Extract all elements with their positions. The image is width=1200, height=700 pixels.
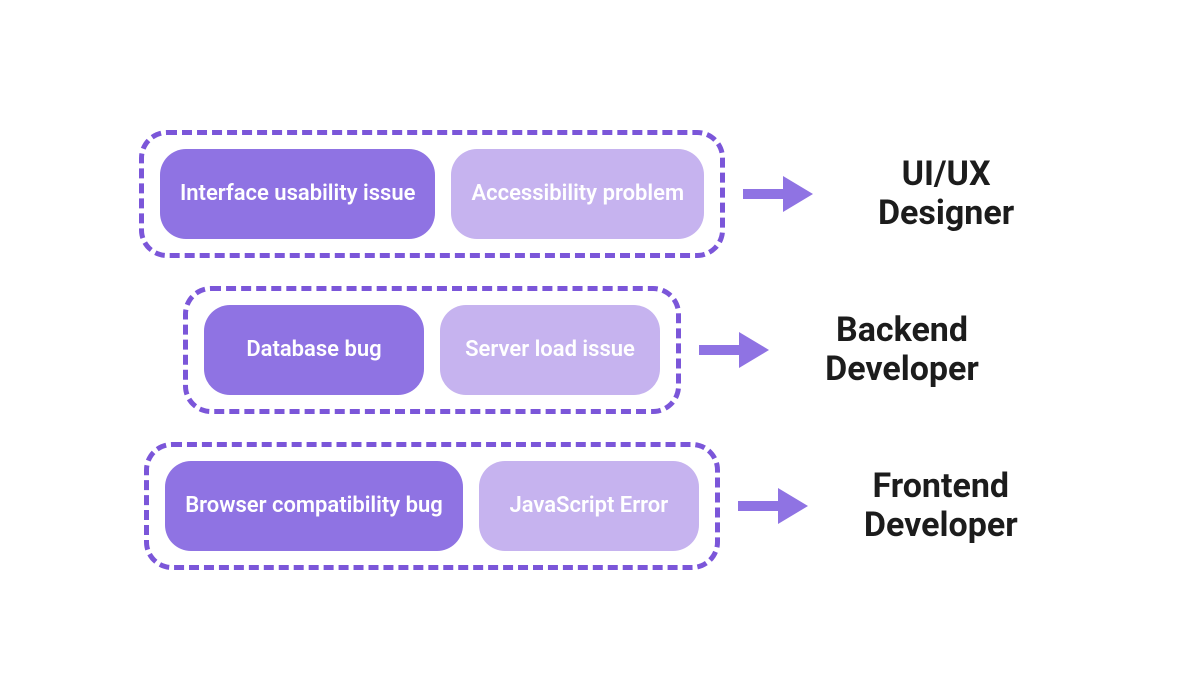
- issue-label: Database bug: [246, 337, 381, 363]
- issue-label: Browser compatibility bug: [185, 493, 443, 519]
- diagram-row: Interface usability issue Accessibility …: [139, 130, 1061, 258]
- arrow-right-icon: [699, 330, 769, 370]
- issue-pill: JavaScript Error: [479, 461, 699, 551]
- arrow-right-icon: [743, 174, 813, 214]
- issue-label: JavaScript Error: [509, 493, 668, 519]
- issue-pill: Accessibility problem: [451, 149, 704, 239]
- issue-label: Interface usability issue: [180, 181, 416, 207]
- diagram-row: Browser compatibility bug JavaScript Err…: [144, 442, 1056, 570]
- issue-pill: Database bug: [204, 305, 424, 395]
- issue-pill: Browser compatibility bug: [165, 461, 463, 551]
- diagram-row: Database bug Server load issue Backend D…: [183, 286, 1017, 414]
- arrow-right-icon: [738, 486, 808, 526]
- issue-pill: Interface usability issue: [160, 149, 436, 239]
- role-label: UI/UX Designer: [831, 155, 1061, 233]
- issue-label: Accessibility problem: [471, 181, 684, 207]
- issue-group: Browser compatibility bug JavaScript Err…: [144, 442, 720, 570]
- issue-group: Database bug Server load issue: [183, 286, 681, 414]
- issue-pill: Server load issue: [440, 305, 660, 395]
- role-label: Frontend Developer: [826, 467, 1056, 545]
- issue-label: Server load issue: [465, 337, 635, 363]
- role-label: Backend Developer: [787, 311, 1017, 389]
- issue-group: Interface usability issue Accessibility …: [139, 130, 725, 258]
